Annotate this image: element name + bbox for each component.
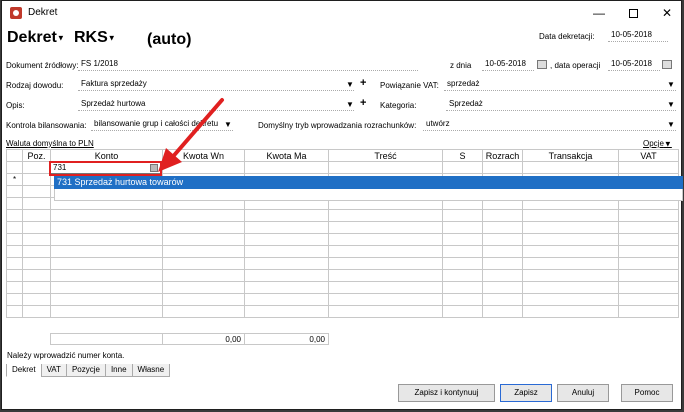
balance-label: Kontrola bilansowania: (6, 121, 87, 130)
balance-field[interactable]: bilansowanie grup i całości dekretu (91, 118, 233, 131)
from-day-label: z dnia (450, 61, 472, 70)
col-header-pos[interactable]: Poz. (22, 149, 51, 162)
table-row[interactable] (6, 221, 679, 234)
tab-pozycje[interactable]: Pozycje (65, 364, 106, 377)
col-header-vat[interactable]: VAT (618, 149, 679, 162)
source-doc-field[interactable]: FS 1/2018 (78, 58, 418, 71)
category-field[interactable]: Sprzedaż (446, 98, 676, 111)
table-row[interactable] (6, 293, 679, 306)
grid-header: Poz. Konto Kwota Wn Kwota Ma Treść S Roz… (6, 149, 679, 162)
col-header-content[interactable]: Treść (328, 149, 443, 162)
tab-dekret[interactable]: Dekret (6, 364, 42, 377)
col-header-settlement[interactable]: Rozrach (482, 149, 523, 162)
source-doc-label: Dokument źródłowy: (6, 61, 79, 70)
calendar-icon[interactable] (662, 60, 672, 69)
col-header-s[interactable]: S (442, 149, 483, 162)
desc-field[interactable]: Sprzedaż hurtowa (78, 98, 354, 111)
date-label: Data dekretacji: (539, 32, 595, 41)
suggestion-list-empty (54, 189, 683, 201)
chevron-down-icon[interactable]: ▼ (346, 80, 354, 89)
proof-type-label: Rodzaj dowodu: (6, 81, 64, 90)
auto-number-label: (auto) (147, 31, 192, 48)
date-field[interactable]: 10-05-2018 (608, 29, 668, 42)
window-title: Dekret (28, 7, 58, 18)
tab-wlasne[interactable]: Własne (131, 364, 171, 377)
table-row[interactable] (6, 257, 679, 270)
table-row[interactable] (6, 233, 679, 246)
from-day-field[interactable]: 10-05-2018 (482, 58, 534, 71)
cancel-button[interactable]: Anuluj (557, 384, 609, 402)
doc-kind-dropdown[interactable]: RKS▼ (74, 29, 116, 47)
category-label: Kategoria: (380, 101, 417, 110)
vat-link-field[interactable]: sprzedaż (444, 78, 676, 91)
save-continue-button[interactable]: Zapisz i kontynuuj (398, 384, 495, 402)
bottom-tabs: Dekret VAT Pozycje Inne Własne (6, 364, 171, 377)
options-link[interactable]: Opcje▼ (643, 139, 672, 148)
chevron-down-icon[interactable]: ▼ (667, 120, 675, 129)
chevron-down-icon[interactable]: ▼ (346, 100, 354, 109)
chevron-down-icon[interactable]: ▼ (224, 120, 232, 129)
col-header-credit[interactable]: Kwota Ma (244, 149, 329, 162)
chevron-down-icon[interactable]: ▼ (667, 80, 675, 89)
account-suggestion-item[interactable]: 731 Sprzedaż hurtowa towarów (54, 176, 683, 189)
dekret-window: Dekret — ✕ Dekret▼ RKS▼ (auto) Data dekr… (1, 0, 683, 410)
vat-link-label: Powiązanie VAT: (380, 81, 439, 90)
proof-type-field[interactable]: Faktura sprzedaży (78, 78, 354, 91)
sum-debit: 0,00 (162, 333, 245, 345)
new-row-marker: * (6, 173, 23, 186)
tab-inne[interactable]: Inne (104, 364, 133, 377)
help-button[interactable]: Pomoc (621, 384, 673, 402)
sum-account-cell (50, 333, 163, 345)
col-header-select (6, 149, 23, 162)
col-header-transaction[interactable]: Transakcja (522, 149, 619, 162)
tab-vat[interactable]: VAT (40, 364, 67, 377)
table-row[interactable] (6, 269, 679, 282)
currency-link[interactable]: Waluta domyślna to PLN (6, 139, 94, 148)
desc-label: Opis: (6, 101, 25, 110)
table-row[interactable] (6, 281, 679, 294)
maximize-button[interactable] (616, 1, 650, 26)
status-message: Należy wprowadzić numer konta. (7, 351, 125, 360)
entry-mode-field[interactable]: utwórz (423, 118, 676, 131)
calendar-icon[interactable] (537, 60, 547, 69)
minimize-button[interactable]: — (582, 1, 616, 26)
entry-mode-label: Domyślny tryb wprowadzania rozrachunków: (258, 121, 417, 130)
op-date-field[interactable]: 10-05-2018 (608, 58, 660, 71)
highlight-box (49, 161, 162, 176)
table-row[interactable] (6, 245, 679, 258)
op-date-label: , data operacji (550, 61, 601, 70)
table-row[interactable] (6, 305, 679, 318)
table-row[interactable] (6, 209, 679, 222)
chevron-down-icon[interactable]: ▼ (667, 100, 675, 109)
plus-icon[interactable]: + (360, 97, 366, 109)
plus-icon[interactable]: + (360, 77, 366, 89)
col-header-account[interactable]: Konto (50, 149, 163, 162)
doc-type-dropdown[interactable]: Dekret▼ (7, 29, 65, 47)
title-bar: Dekret — ✕ (2, 1, 681, 26)
col-header-debit[interactable]: Kwota Wn (162, 149, 245, 162)
save-button[interactable]: Zapisz (500, 384, 552, 402)
close-button[interactable]: ✕ (650, 1, 684, 26)
app-icon (10, 7, 22, 19)
sum-credit: 0,00 (244, 333, 329, 345)
